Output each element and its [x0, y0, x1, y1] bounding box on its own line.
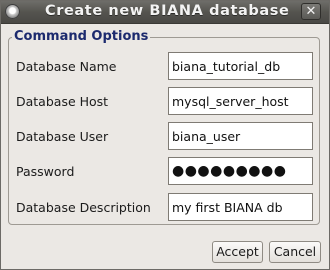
- database-host-label: Database Host: [16, 94, 109, 109]
- database-name-label: Database Name: [16, 59, 117, 74]
- database-host-input[interactable]: [168, 87, 313, 115]
- database-user-input[interactable]: [168, 122, 313, 150]
- accept-button[interactable]: Accept: [212, 241, 263, 263]
- group-legend: Command Options: [12, 29, 151, 44]
- dialog-window: Create new BIANA database ✕ Command Opti…: [0, 0, 330, 270]
- cancel-button[interactable]: Cancel: [269, 241, 321, 263]
- title-bar[interactable]: Create new BIANA database ✕: [1, 1, 329, 24]
- password-label: Password: [16, 164, 75, 179]
- database-description-label: Database Description: [16, 200, 151, 215]
- password-input[interactable]: [168, 157, 313, 185]
- database-description-input[interactable]: [168, 193, 313, 221]
- database-user-label: Database User: [16, 129, 109, 144]
- close-icon[interactable]: ✕: [301, 3, 321, 20]
- window-menu-icon[interactable]: [5, 4, 20, 19]
- database-name-input[interactable]: [168, 52, 313, 80]
- window-title: Create new BIANA database: [45, 3, 290, 19]
